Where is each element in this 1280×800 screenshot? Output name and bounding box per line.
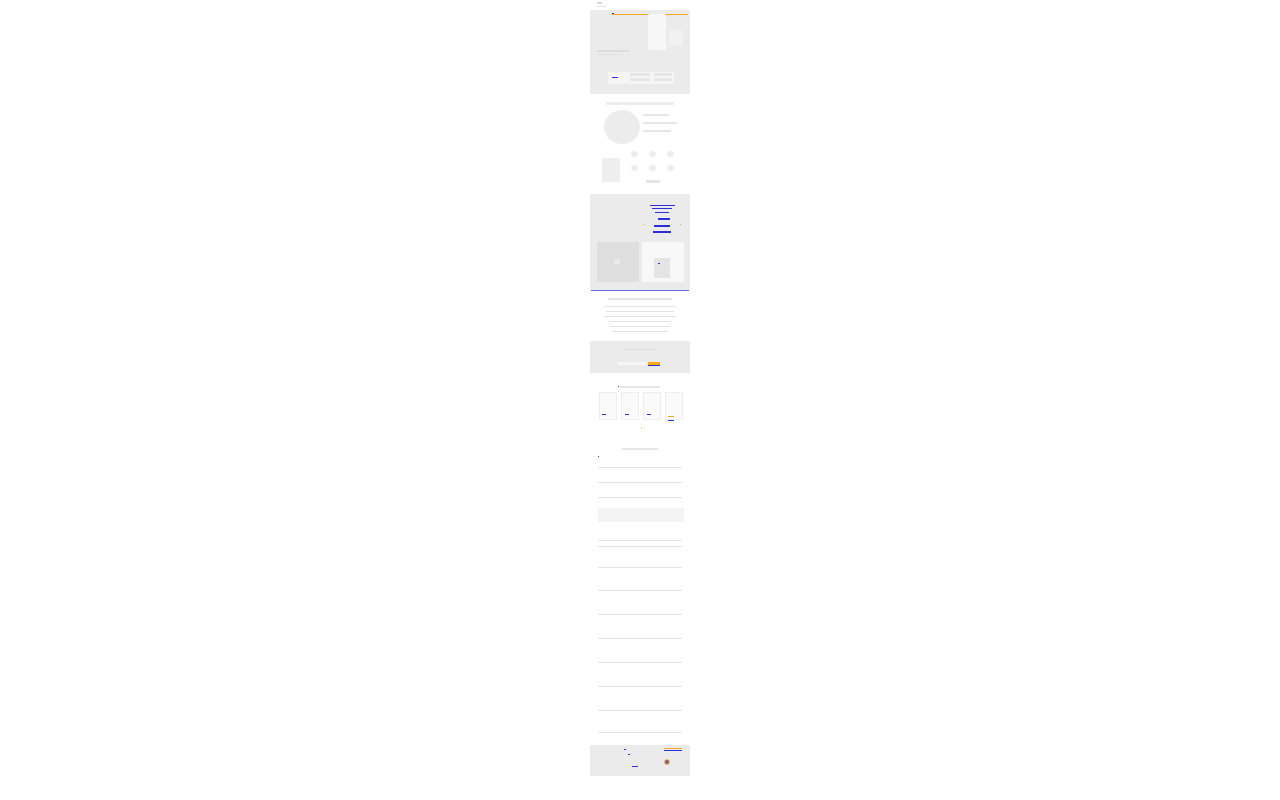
nav-link[interactable]	[597, 6, 606, 7]
plans-heading-dot	[618, 386, 619, 387]
hero-field-4[interactable]	[654, 78, 672, 81]
promo-product-image	[654, 258, 670, 278]
newsletter-submit-underline	[648, 365, 660, 366]
text-line-5	[610, 326, 670, 327]
feature-icon-2	[649, 151, 656, 157]
features-section	[590, 98, 690, 190]
page	[590, 0, 690, 776]
hero-subheading	[597, 54, 621, 55]
logo-icon[interactable]	[597, 2, 602, 4]
faq-row-6[interactable]	[598, 567, 682, 568]
faq-row-12[interactable]	[598, 710, 682, 711]
text-section	[590, 294, 690, 338]
play-icon[interactable]	[614, 259, 620, 264]
text-line-3	[604, 316, 676, 317]
plans-heading	[620, 386, 660, 388]
hero-product-image	[648, 14, 666, 50]
faq-row-13[interactable]	[598, 732, 682, 733]
plan-marker-2	[625, 414, 629, 415]
faq-row-10[interactable]	[598, 662, 682, 663]
hero-field-3[interactable]	[630, 78, 650, 81]
feature-icon-1	[631, 151, 638, 157]
footer-link-3[interactable]	[632, 766, 638, 767]
faq-row-11[interactable]	[598, 686, 682, 687]
plans-pager-dot[interactable]	[641, 428, 642, 429]
faq-row-2[interactable]	[598, 482, 682, 483]
feature-icon-5	[649, 165, 656, 171]
plan-card-1[interactable]	[599, 392, 617, 420]
text-line-2	[606, 311, 674, 312]
hero-heading	[597, 50, 629, 52]
plan-marker-1	[602, 414, 606, 415]
promo-price-2	[654, 225, 670, 227]
faq-row-8[interactable]	[598, 614, 682, 615]
faq-row-1[interactable]	[598, 467, 682, 468]
hero-link[interactable]	[612, 77, 618, 78]
promo-section	[590, 194, 690, 290]
features-text-3	[643, 130, 671, 132]
faq-row-3[interactable]	[598, 497, 682, 498]
promo-product-dot	[658, 263, 660, 264]
feature-icon-3	[667, 151, 674, 157]
hero-section	[590, 10, 690, 94]
promo-accent-left	[643, 224, 644, 225]
faq-row-7[interactable]	[598, 590, 682, 591]
plans-section	[590, 382, 690, 434]
promo-headline-line-3	[655, 212, 669, 213]
promo-price-1	[658, 218, 670, 220]
newsletter-heading	[624, 349, 656, 350]
plan-marker-3	[647, 414, 651, 415]
faq-highlight-box	[598, 508, 684, 522]
faq-section	[590, 442, 690, 740]
footer-logo-ring	[665, 760, 669, 764]
hero-accent-dot	[612, 13, 614, 14]
feature-icon-6	[667, 165, 674, 171]
link-strip[interactable]	[591, 290, 689, 291]
video-thumbnail[interactable]	[597, 242, 639, 282]
plan-card-2[interactable]	[621, 392, 639, 420]
plan-highlight	[668, 416, 674, 417]
hero-field-2[interactable]	[654, 73, 672, 76]
footer-link-2[interactable]	[628, 754, 630, 755]
text-line-6	[612, 331, 668, 332]
text-line-1	[604, 306, 676, 307]
promo-product-card	[642, 242, 684, 282]
text-line-4	[608, 321, 672, 322]
features-button[interactable]	[646, 180, 660, 183]
faq-row-9[interactable]	[598, 638, 682, 639]
feature-icon-4	[631, 165, 638, 171]
features-circle-image	[604, 110, 640, 144]
plan-card-3[interactable]	[643, 392, 661, 420]
footer-accent	[664, 748, 682, 749]
faq-heading	[622, 448, 658, 450]
promo-accent-right	[680, 224, 681, 225]
features-text-2	[643, 122, 677, 124]
promo-headline-line-2	[652, 208, 672, 209]
promo-headline-line-1	[650, 205, 675, 206]
newsletter-email-input[interactable]	[618, 362, 646, 365]
faq-marker	[598, 456, 599, 457]
hero-product-image-2	[669, 30, 683, 46]
features-text-1	[643, 114, 669, 116]
faq-row-5[interactable]	[598, 546, 682, 547]
plan-highlight-underline	[668, 420, 674, 421]
hero-field-1[interactable]	[630, 73, 650, 76]
features-product-image	[602, 158, 620, 182]
top-bar	[590, 0, 690, 12]
footer-accent-2	[664, 750, 682, 751]
text-heading	[608, 298, 672, 300]
footer	[590, 745, 690, 776]
newsletter-section	[590, 341, 690, 373]
features-heading-bar	[606, 102, 674, 105]
footer-link-1[interactable]	[624, 749, 626, 750]
faq-row-4[interactable]	[598, 540, 682, 541]
promo-price-3	[653, 231, 671, 233]
